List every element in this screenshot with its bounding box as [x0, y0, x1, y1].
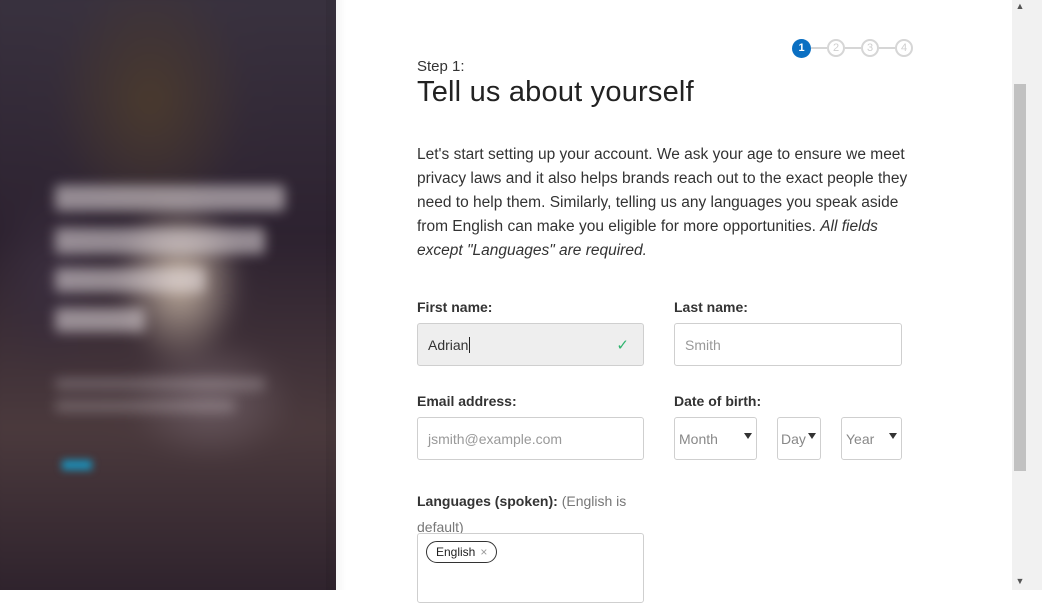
dob-year-select[interactable]: Year — [841, 417, 902, 460]
email-label: Email address: — [417, 393, 517, 409]
intro-paragraph: Let's start setting up your account. We … — [417, 143, 917, 263]
checkmark-icon: ✓ — [616, 337, 629, 354]
dob-label: Date of birth: — [674, 393, 762, 409]
dob-year-value: Year — [846, 430, 875, 447]
step-3: 3 — [861, 39, 879, 57]
last-name-input[interactable]: Smith — [674, 323, 902, 366]
first-name-label: First name: — [417, 299, 493, 315]
dob-day-select[interactable]: Day — [777, 417, 821, 460]
chevron-down-icon — [744, 433, 752, 439]
email-input[interactable]: jsmith@example.com — [417, 417, 644, 460]
email-placeholder: jsmith@example.com — [428, 430, 563, 447]
step-kicker: Step 1: — [417, 58, 465, 75]
page-title: Tell us about yourself — [417, 76, 694, 108]
language-tag-label: English — [436, 545, 476, 559]
hero-image — [0, 0, 336, 590]
step-connector — [811, 47, 827, 49]
first-name-input[interactable]: Adrian ✓ — [417, 323, 644, 366]
language-tag: English × — [426, 541, 498, 563]
hero-shadow — [326, 0, 346, 590]
languages-input[interactable]: English × — [417, 533, 644, 603]
scroll-up-icon[interactable]: ▲ — [1015, 1, 1025, 13]
last-name-placeholder: Smith — [685, 336, 721, 353]
step-2: 2 — [827, 39, 845, 57]
step-connector — [845, 47, 861, 49]
chevron-down-icon — [808, 433, 816, 439]
chevron-down-icon — [889, 433, 897, 439]
scroll-down-icon[interactable]: ▼ — [1015, 576, 1025, 588]
first-name-value: Adrian — [428, 336, 469, 353]
remove-tag-icon[interactable]: × — [480, 545, 487, 559]
dob-day-value: Day — [781, 430, 806, 447]
languages-label-text: Languages (spoken): — [417, 493, 558, 509]
progress-stepper: 1 2 3 4 — [792, 38, 913, 58]
dob-month-value: Month — [679, 430, 718, 447]
step-4: 4 — [895, 39, 913, 57]
dob-month-select[interactable]: Month — [674, 417, 757, 460]
last-name-label: Last name: — [674, 299, 748, 315]
text-caret — [469, 336, 471, 353]
step-connector — [879, 47, 895, 49]
step-1: 1 — [792, 38, 811, 58]
scrollbar-thumb[interactable] — [1014, 84, 1026, 471]
